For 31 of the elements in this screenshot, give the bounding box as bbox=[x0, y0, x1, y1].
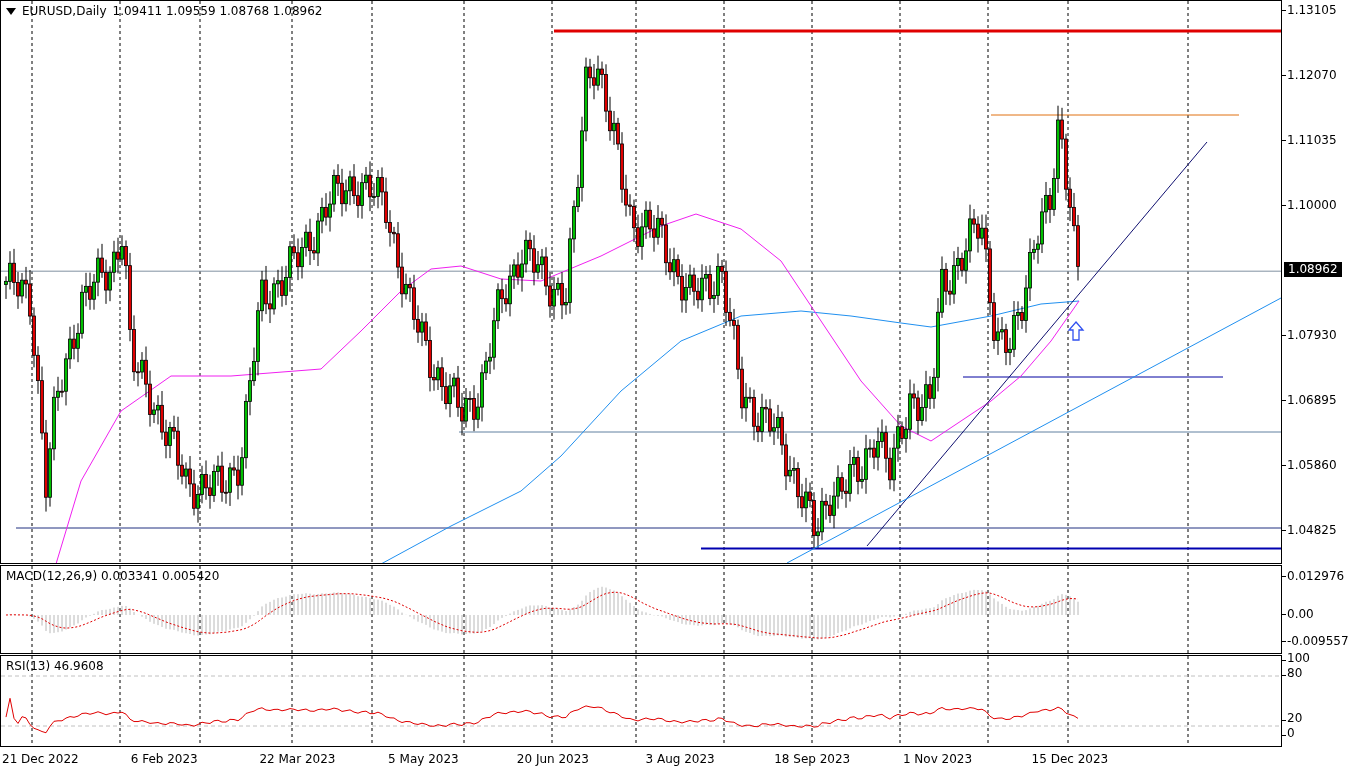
date-axis-label: 20 Jun 2023 bbox=[516, 752, 589, 766]
rsi-axis-label: 80 bbox=[1287, 666, 1303, 680]
price-axis-label: 1.04825 bbox=[1287, 522, 1337, 537]
price-axis-label: 1.13105 bbox=[1287, 3, 1337, 17]
symbol-label: EURUSD,Daily bbox=[22, 4, 107, 18]
price-axis-label: 1.12070 bbox=[1287, 68, 1337, 82]
macd-axis-label: -0.009557 bbox=[1287, 634, 1349, 648]
date-axis-label: 22 Mar 2023 bbox=[259, 752, 336, 766]
rsi-axis-label: 0 bbox=[1287, 726, 1295, 740]
date-axis-label: 5 May 2023 bbox=[388, 752, 459, 766]
ohlc-values: 1.09411 1.09559 1.08768 1.08962 bbox=[112, 4, 323, 18]
price-axis-label: 1.11035 bbox=[1287, 133, 1337, 147]
rsi-axis-label: 20 bbox=[1287, 711, 1303, 725]
date-axis-label: 6 Feb 2023 bbox=[130, 752, 198, 766]
date-axis-label: 15 Dec 2023 bbox=[1031, 752, 1109, 766]
date-axis-label: 21 Dec 2022 bbox=[2, 752, 79, 766]
macd-axis-label: 0.012976 bbox=[1287, 569, 1345, 583]
date-axis-label: 18 Sep 2023 bbox=[774, 752, 851, 766]
price-axis-label: 1.10000 bbox=[1287, 198, 1337, 212]
date-axis-label: 3 Aug 2023 bbox=[645, 752, 715, 766]
date-axis-label: 1 Nov 2023 bbox=[902, 752, 973, 766]
price-axis-label: 1.07930 bbox=[1287, 328, 1337, 342]
rsi-label: RSI(13) 46.9608 bbox=[6, 659, 104, 673]
macd-axis-label: 0.00 bbox=[1287, 607, 1314, 621]
macd-label: MACD(12,26,9) 0.003341 0.005420 bbox=[6, 569, 220, 583]
current-price-label: 1.08962 bbox=[1284, 262, 1342, 278]
up-arrow-icon bbox=[1067, 321, 1085, 341]
rsi-axis-label: 100 bbox=[1287, 651, 1310, 665]
dropdown-triangle-icon[interactable] bbox=[6, 7, 16, 15]
price-axis-label: 1.05860 bbox=[1287, 458, 1337, 472]
price-axis-label: 1.06895 bbox=[1287, 393, 1337, 407]
